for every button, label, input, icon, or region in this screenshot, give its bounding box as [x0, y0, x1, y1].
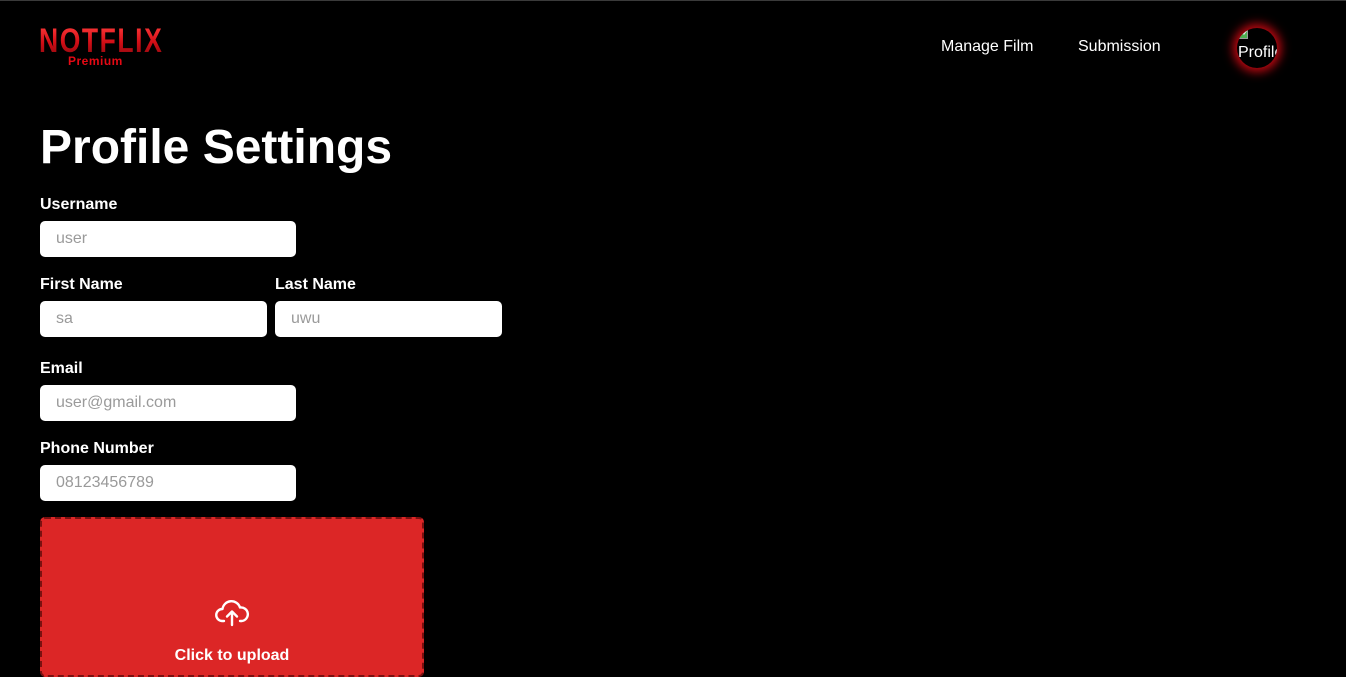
- brand-tier: Premium: [68, 54, 123, 68]
- first-name-input[interactable]: [40, 301, 267, 337]
- first-name-label: First Name: [40, 276, 123, 293]
- upload-instruction: Click to upload: [174, 647, 290, 664]
- last-name-input[interactable]: [275, 301, 502, 337]
- last-name-label: Last Name: [275, 276, 356, 293]
- username-label: Username: [40, 196, 118, 213]
- nav-manage-film[interactable]: Manage Film: [941, 38, 1033, 56]
- brand-logo[interactable]: NOTFLIX Premium: [39, 24, 163, 70]
- phone-input[interactable]: [40, 465, 296, 501]
- brand-name: NOTFLIX: [39, 22, 164, 60]
- avatar-alt-text: Profile: [1238, 44, 1277, 61]
- phone-label: Phone Number: [40, 440, 154, 457]
- photo-upload-dropzone[interactable]: Click to upload: [40, 517, 424, 677]
- broken-image-icon: [1238, 29, 1248, 39]
- top-divider: [0, 0, 1346, 1]
- email-input[interactable]: [40, 385, 296, 421]
- email-label: Email: [40, 360, 83, 377]
- nav-submission[interactable]: Submission: [1078, 38, 1161, 56]
- cloud-upload-icon: [215, 600, 249, 627]
- page-title: Profile Settings: [40, 121, 393, 174]
- profile-avatar[interactable]: Profile: [1237, 28, 1277, 68]
- username-input[interactable]: [40, 221, 296, 257]
